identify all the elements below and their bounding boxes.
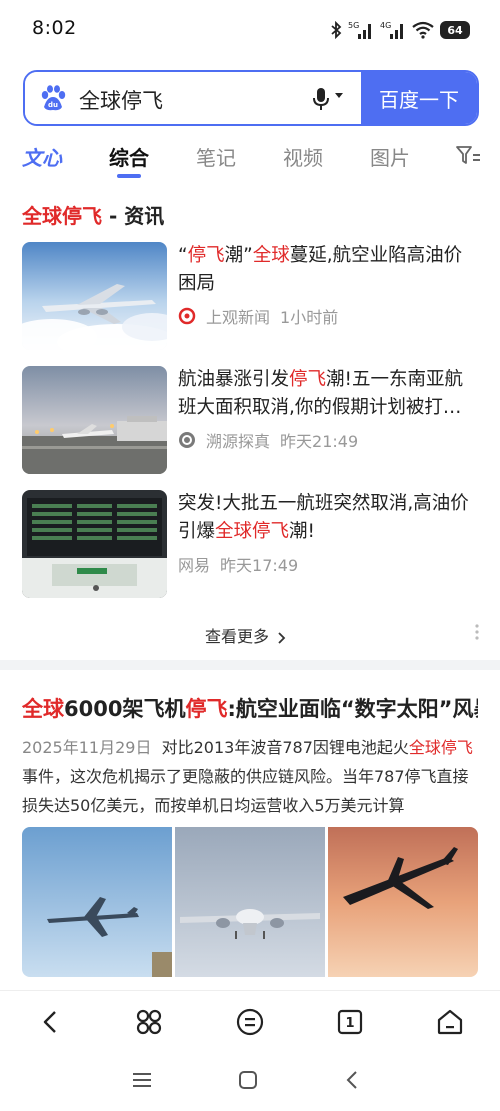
battery-icon: 64: [440, 21, 470, 39]
news-source: 上观新闻: [206, 308, 271, 327]
back-nav-icon[interactable]: [345, 1070, 359, 1090]
home-button[interactable]: [435, 1007, 465, 1037]
back-button[interactable]: [35, 1007, 65, 1037]
snippet-highlight: 全球停飞: [408, 738, 473, 757]
title-highlight: 停飞: [187, 245, 225, 266]
article-snippet: 2025年11月29日 对比2013年波音787因锂电池起火全球停飞事件，这次危…: [22, 733, 478, 820]
bluetooth-icon: [331, 21, 342, 39]
news-meta: 网易 昨天17:49: [178, 552, 298, 576]
search-query: 全球停飞: [79, 89, 163, 113]
signal-4g-icon: 4G: [380, 21, 403, 39]
news-time: 1小时前: [280, 308, 339, 327]
tab-count: 1: [345, 1016, 354, 1031]
wifi-icon: [412, 21, 434, 39]
title-part: 潮”: [224, 245, 253, 266]
baidu-logo-icon: du: [41, 85, 66, 111]
tab-biji[interactable]: 笔记: [196, 142, 236, 171]
home-nav-icon[interactable]: [238, 1070, 258, 1090]
system-nav-bar: [0, 1050, 500, 1111]
title-part: “: [178, 245, 188, 266]
article-title[interactable]: 全球6000架飞机停飞:航空业面临“数字太阳”风暴: [22, 693, 478, 723]
title-part: :航空业面临“数字太阳”风暴: [227, 697, 478, 721]
bottom-toolbar: 1: [0, 990, 500, 1050]
title-highlight: 全球: [22, 697, 64, 721]
microphone-icon[interactable]: [313, 87, 329, 111]
menu-icon: [236, 1008, 264, 1036]
more-row: 查看更多: [0, 615, 500, 651]
status-icons: 5G 4G 64: [330, 18, 470, 42]
more-options-icon[interactable]: [474, 623, 480, 641]
news-thumbnail: [22, 490, 167, 598]
article-image: [22, 827, 172, 977]
section-divider: [0, 660, 500, 670]
chevron-right-icon: [278, 631, 286, 644]
signal-4g-label: 4G: [380, 21, 391, 30]
news-item[interactable]: 航油暴涨引发停飞潮!五一东南亚航班大面积取消,你的假期计划被打乱了吗 溯源探真 …: [22, 366, 478, 476]
news-meta: 上观新闻 1小时前: [178, 304, 338, 328]
search-button[interactable]: 百度一下: [361, 72, 477, 124]
news-time: 昨天17:49: [220, 556, 299, 575]
menu-button[interactable]: [235, 1007, 265, 1037]
news-item[interactable]: 突发!大批五一航班突然取消,高油价引爆全球停飞潮! 网易 昨天17:49: [22, 490, 478, 600]
tab-zonghe[interactable]: 综合: [109, 142, 149, 171]
title-part: 潮!: [289, 521, 315, 542]
svg-text:du: du: [48, 101, 58, 109]
news-title: “停飞潮”全球蔓延,航空业陷高油价困局: [178, 242, 478, 298]
search-input[interactable]: du 全球停飞: [25, 72, 361, 124]
chevron-left-icon: [43, 1011, 56, 1033]
status-bar: 8:02 5G 4G 64: [0, 0, 500, 60]
tabs-count-icon: 1: [337, 1009, 363, 1035]
title-part: 6000架飞机: [64, 697, 186, 721]
title-highlight: 全球停飞: [215, 521, 290, 542]
search-bar: du 全球停飞 百度一下: [23, 70, 479, 126]
tab-wenxin[interactable]: 文心: [22, 142, 62, 171]
active-tab-indicator: [117, 174, 141, 178]
title-part: 航油暴涨引发: [178, 369, 290, 390]
view-more-label: 查看更多: [205, 627, 270, 646]
filter-icon[interactable]: [455, 145, 481, 167]
news-item[interactable]: “停飞潮”全球蔓延,航空业陷高油价困局 上观新闻 1小时前: [22, 242, 478, 352]
news-thumbnail: [22, 366, 167, 474]
news-title: 突发!大批五一航班突然取消,高油价引爆全球停飞潮!: [178, 490, 478, 546]
battery-level: 64: [447, 23, 463, 37]
snippet-part: 对比2013年波音787因锂电池起火: [161, 738, 409, 757]
news-source: 溯源探真: [206, 432, 271, 451]
article-date: 2025年11月29日: [22, 738, 152, 757]
search-tabs: 文心 综合 笔记 视频 图片: [0, 132, 500, 182]
news-source: 网易: [178, 556, 211, 575]
apps-button[interactable]: [134, 1007, 164, 1037]
news-section-title-rest: - 资讯: [102, 204, 165, 228]
signal-5g-label: 5G: [348, 21, 359, 30]
news-time: 昨天21:49: [280, 432, 359, 451]
view-more-link[interactable]: 查看更多: [205, 623, 286, 647]
title-highlight: 停飞: [185, 697, 228, 721]
apps-icon: [136, 1009, 162, 1035]
tabs-button[interactable]: 1: [335, 1007, 365, 1037]
tab-shipin[interactable]: 视频: [283, 142, 323, 171]
news-title: 航油暴涨引发停飞潮!五一东南亚航班大面积取消,你的假期计划被打乱了吗: [178, 366, 478, 422]
news-section-title-highlight: 全球停飞: [22, 204, 102, 228]
news-section-title[interactable]: 全球停飞 - 资讯: [22, 200, 164, 229]
news-thumbnail: [22, 242, 167, 350]
home-icon: [437, 1009, 463, 1035]
title-highlight: 停飞: [289, 369, 327, 390]
title-highlight: 全球: [252, 245, 290, 266]
source-logo-icon: [178, 307, 196, 325]
article-image-row[interactable]: [22, 827, 478, 977]
article-image: [175, 827, 325, 977]
recents-icon[interactable]: [132, 1070, 152, 1090]
status-time: 8:02: [32, 17, 77, 39]
signal-5g-icon: 5G: [348, 21, 371, 39]
snippet-part: 事件，这次危机揭示了更隐蔽的供应链风险。当年787停飞直接损失达50亿美元，而按…: [22, 767, 469, 815]
caret-down-icon[interactable]: [335, 93, 343, 99]
tab-tupian[interactable]: 图片: [370, 142, 410, 171]
article-image: [328, 827, 478, 977]
source-logo-icon: [179, 432, 195, 448]
news-meta: 溯源探真 昨天21:49: [178, 428, 358, 452]
